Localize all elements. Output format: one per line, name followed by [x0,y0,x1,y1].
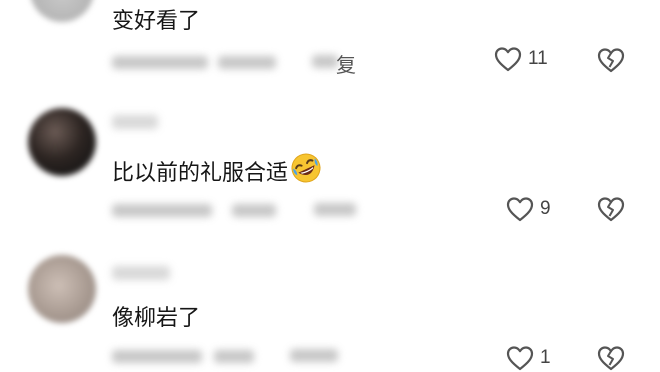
username-blurred [112,115,158,129]
broken-heart-icon[interactable] [597,196,625,222]
heart-outline-icon [494,47,522,72]
like-count: 9 [540,198,551,219]
avatar[interactable] [28,108,96,176]
rolling-on-floor-laughing-emoji [291,153,321,183]
broken-heart-icon[interactable] [597,47,625,73]
comment-meta-blurred [214,350,254,363]
username-blurred [112,266,170,280]
like-count: 11 [528,48,548,69]
like-count: 1 [540,347,551,368]
reply-button-blurred[interactable] [290,349,338,362]
avatar[interactable] [30,0,94,22]
comment-meta-blurred [312,55,338,68]
heart-outline-icon [506,197,534,222]
reply-button-blurred[interactable] [314,203,356,216]
avatar[interactable] [28,255,96,323]
broken-heart-icon[interactable] [597,345,625,371]
like-button[interactable]: 9 [506,196,551,222]
comment-meta-blurred [112,204,212,217]
comment-meta-blurred [232,204,276,217]
comment-text: 比以前的礼服合适 [112,152,322,187]
reply-button[interactable]: 复 [336,49,356,78]
comment-meta-blurred [112,56,208,69]
comment-text: 像柳岩了 [112,306,201,331]
comment-meta-blurred [218,56,276,69]
comment-meta-blurred [112,350,202,363]
like-button[interactable]: 11 [494,46,548,72]
comment-text: 变好看了 [112,9,201,34]
like-button[interactable]: 1 [506,345,551,371]
heart-outline-icon [506,346,534,371]
